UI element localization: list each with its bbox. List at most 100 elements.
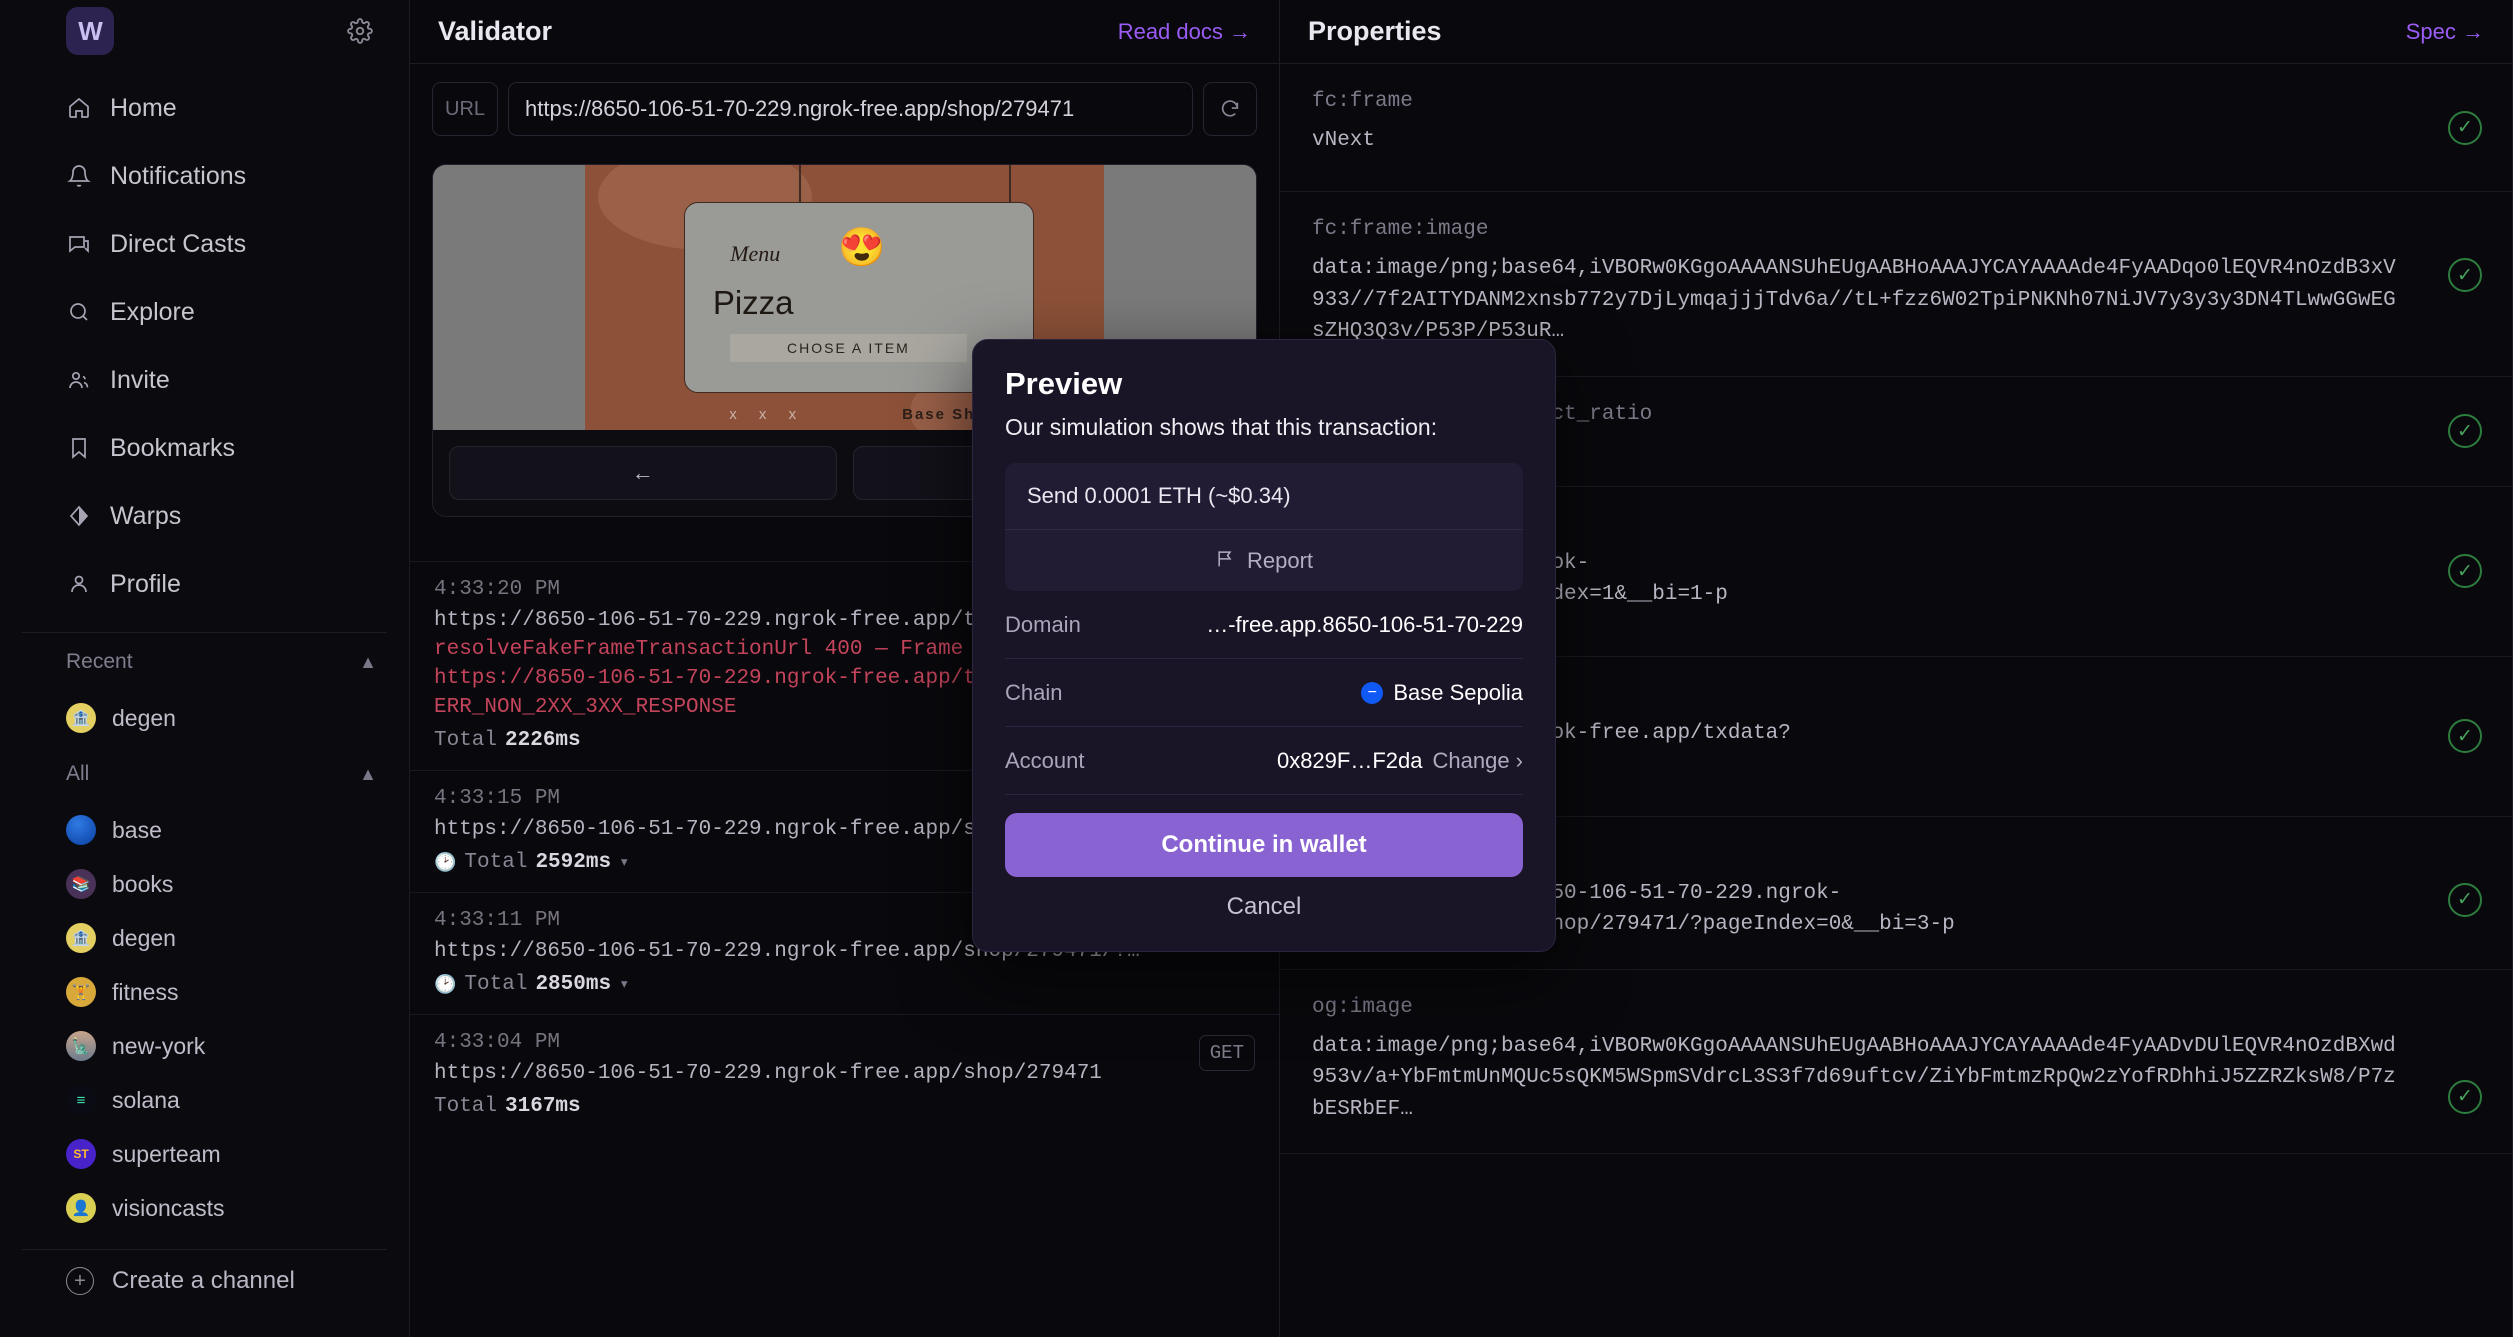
all-group-header[interactable]: All ▲ xyxy=(22,745,387,803)
avatar: 🏦 xyxy=(66,703,96,733)
sidebar-item-bookmarks[interactable]: Bookmarks xyxy=(22,414,387,482)
log-timestamp: 4:33:04 PM xyxy=(434,1031,561,1054)
frame-item-text: Pizza xyxy=(712,284,794,322)
frame-cta-text: CHOSE A ITEM xyxy=(730,333,967,362)
create-channel-button[interactable]: + Create a channel xyxy=(22,1250,387,1312)
sidebar-item-direct-casts[interactable]: Direct Casts xyxy=(22,210,387,278)
property-key: og:image xyxy=(1312,995,1413,1019)
check-circle-icon: ✓ xyxy=(2448,258,2482,292)
chain-value-wrap: − Base Sepolia xyxy=(1361,680,1523,706)
read-docs-link[interactable]: Read docs → xyxy=(1118,19,1251,45)
chat-icon xyxy=(66,231,92,257)
chevron-down-icon[interactable]: ▾ xyxy=(619,974,629,995)
log-total-value: 3167ms xyxy=(505,1095,581,1118)
list-item[interactable]: ST superteam xyxy=(22,1127,387,1181)
modal-title: Preview xyxy=(1005,366,1123,401)
avatar: 👤 xyxy=(66,1193,96,1223)
change-account-link[interactable]: Change › xyxy=(1432,748,1523,774)
simulation-result: Send 0.0001 ETH (~$0.34) xyxy=(1027,483,1291,508)
refresh-icon[interactable] xyxy=(1203,82,1257,136)
sidebar-item-label: Explore xyxy=(110,297,195,326)
base-chain-icon: − xyxy=(1361,681,1384,704)
chevron-up-icon[interactable]: ▲ xyxy=(359,764,377,785)
properties-title: Properties xyxy=(1308,16,1442,46)
sidebar-item-label: Direct Casts xyxy=(110,229,247,258)
chain-value: Base Sepolia xyxy=(1393,679,1523,705)
channel-label: base xyxy=(112,816,162,843)
frame-menu-text: Menu xyxy=(730,240,781,266)
spec-link[interactable]: Spec → xyxy=(2406,19,2484,45)
list-item[interactable]: base xyxy=(22,803,387,857)
avatar: ≡ xyxy=(66,1085,96,1115)
channel-label: solana xyxy=(112,1086,180,1113)
property-key: fc:frame:image xyxy=(1312,218,1489,241)
sidebar: W Home Notifications Direct Casts Explor… xyxy=(0,0,410,1337)
chain-label: Chain xyxy=(1005,679,1063,705)
recent-group-header[interactable]: Recent ▲ xyxy=(22,633,387,691)
list-item[interactable]: 🗽 new-york xyxy=(22,1019,387,1073)
property-row: fc:frame vNext ✓ xyxy=(1280,64,2512,192)
sidebar-item-warps[interactable]: Warps xyxy=(22,482,387,550)
simulation-box: Send 0.0001 ETH (~$0.34) Report xyxy=(1005,463,1523,591)
channel-label: degen xyxy=(112,924,176,951)
app-logo[interactable]: W xyxy=(66,7,114,55)
log-total-label: Total xyxy=(464,973,528,996)
channel-label: visioncasts xyxy=(112,1194,225,1221)
url-input[interactable] xyxy=(508,82,1193,136)
check-circle-icon: ✓ xyxy=(2448,110,2482,145)
sidebar-item-label: Home xyxy=(110,93,177,122)
sidebar-item-label: Notifications xyxy=(110,161,247,190)
warp-icon xyxy=(66,503,92,529)
sidebar-item-label: Profile xyxy=(110,569,181,598)
heart-eyes-emoji-icon: 😍 xyxy=(838,226,886,269)
sidebar-nav: Home Notifications Direct Casts Explore xyxy=(22,74,387,618)
page-title: Validator xyxy=(438,16,553,46)
modal-row-domain: Domain …-free.app.8650-106-51-70-229 xyxy=(1005,591,1523,659)
list-item[interactable]: 🏦 degen xyxy=(22,911,387,965)
report-label: Report xyxy=(1246,547,1314,573)
channel-label: fitness xyxy=(112,978,179,1005)
url-row: URL xyxy=(410,64,1279,154)
person-icon xyxy=(66,571,92,597)
list-item[interactable]: 🏦 degen xyxy=(22,691,387,745)
chevron-down-icon[interactable]: ▾ xyxy=(619,852,629,873)
property-value: data:image/png;base64,iVBORw0KGgoAAAANSU… xyxy=(1312,257,2396,343)
table-row[interactable]: GET 4:33:04 PM https://8650-106-51-70-22… xyxy=(410,1014,1279,1136)
check-circle-icon: ✓ xyxy=(2448,882,2482,917)
bell-icon xyxy=(66,163,92,189)
clock-icon: 🕑 xyxy=(434,853,457,874)
sidebar-item-profile[interactable]: Profile xyxy=(22,550,387,618)
modal-row-chain: Chain − Base Sepolia xyxy=(1005,659,1523,727)
log-total-value: 2850ms xyxy=(535,973,612,996)
domain-label: Domain xyxy=(1005,611,1081,637)
avatar: 🏦 xyxy=(66,923,96,953)
list-item[interactable]: 🏋 fitness xyxy=(22,965,387,1019)
log-total: Total 3167ms xyxy=(434,1095,1255,1118)
sidebar-item-home[interactable]: Home xyxy=(22,74,387,142)
channel-label: new-york xyxy=(112,1032,206,1059)
log-total-value: 2226ms xyxy=(505,729,581,752)
avatar: 📚 xyxy=(66,869,96,899)
gear-icon[interactable] xyxy=(347,18,373,44)
frame-back-button[interactable]: ← xyxy=(449,446,837,500)
continue-in-wallet-button[interactable]: Continue in wallet xyxy=(1005,813,1523,877)
channel-label: superteam xyxy=(112,1140,221,1167)
property-row: og:image data:image/png;base64,iVBORw0KG… xyxy=(1280,970,2512,1154)
list-item[interactable]: ≡ solana xyxy=(22,1073,387,1127)
log-url: https://8650-106-51-70-229.ngrok-free.ap… xyxy=(434,1062,1102,1085)
sidebar-item-notifications[interactable]: Notifications xyxy=(22,142,387,210)
sidebar-item-explore[interactable]: Explore xyxy=(22,278,387,346)
list-item[interactable]: 📚 books xyxy=(22,857,387,911)
users-icon xyxy=(66,367,92,393)
flag-icon xyxy=(1215,548,1235,574)
check-circle-icon: ✓ xyxy=(2448,414,2482,448)
list-item[interactable]: 👤 visioncasts xyxy=(22,1181,387,1235)
report-button[interactable]: Report xyxy=(1005,529,1523,591)
cancel-button[interactable]: Cancel xyxy=(1005,893,1523,921)
chevron-up-icon[interactable]: ▲ xyxy=(359,652,377,673)
property-value: vNext xyxy=(1312,129,1376,152)
sidebar-item-invite[interactable]: Invite xyxy=(22,346,387,414)
clock-icon: 🕑 xyxy=(434,975,457,996)
home-icon xyxy=(66,95,92,121)
check-circle-icon: ✓ xyxy=(2448,554,2482,588)
